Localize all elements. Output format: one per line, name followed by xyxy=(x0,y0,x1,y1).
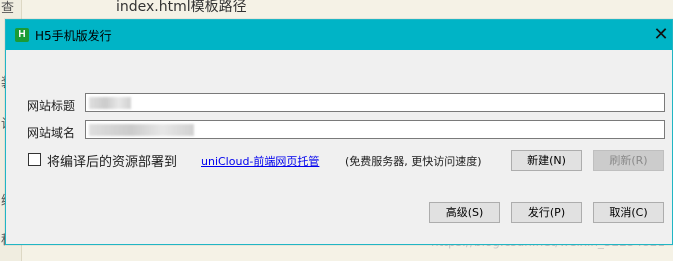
hbuilder-app-icon: H xyxy=(15,28,29,42)
close-icon[interactable]: ✕ xyxy=(650,24,672,46)
hosting-note: (免费服务器, 更快访问速度) xyxy=(345,155,482,168)
sidebar-glyph: 查 xyxy=(1,1,15,16)
refresh-button[interactable]: 刷新(R) xyxy=(593,150,664,171)
site-domain-input[interactable] xyxy=(85,120,665,139)
dialog-title: H5手机版发行 xyxy=(35,29,112,43)
site-domain-label: 网站域名 xyxy=(27,126,76,140)
unicloud-hosting-link[interactable]: uniCloud-前端网页托管 xyxy=(201,153,319,169)
cancel-button[interactable]: 取消(C) xyxy=(593,202,664,223)
deploy-checkbox[interactable] xyxy=(28,153,41,166)
redacted-value xyxy=(89,124,194,136)
dialog-titlebar[interactable]: H H5手机版发行 ✕ xyxy=(6,20,672,50)
publish-button[interactable]: 发行(P) xyxy=(511,202,582,223)
site-title-input[interactable] xyxy=(85,93,665,112)
redacted-value xyxy=(89,97,131,109)
deploy-checkbox-label[interactable]: 将编译后的资源部署到 xyxy=(47,151,177,170)
new-button[interactable]: 新建(N) xyxy=(511,150,582,171)
publish-dialog: H H5手机版发行 ✕ 网站标题 网站域名 将编译后的资源部署到 uniClou… xyxy=(5,19,673,245)
site-title-label: 网站标题 xyxy=(27,99,76,113)
advanced-button[interactable]: 高级(S) xyxy=(429,202,500,223)
background-path-label: index.html模板路径 xyxy=(116,0,247,15)
